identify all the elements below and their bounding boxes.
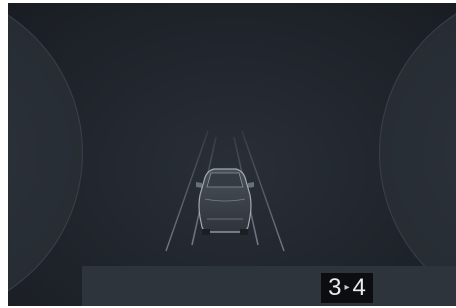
current-gear: 3: [328, 274, 342, 301]
driver-assist-view: [165, 130, 285, 252]
next-gear: 4: [352, 274, 366, 301]
gear-shift-arrow-icon: ▸: [344, 282, 350, 293]
gear-shift-indicator: 3 ▸ 4: [321, 273, 373, 303]
car-rear-icon: [196, 168, 254, 235]
bottom-info-bar: [82, 266, 456, 306]
instrument-cluster-display: 3 ▸ 4: [8, 3, 456, 306]
